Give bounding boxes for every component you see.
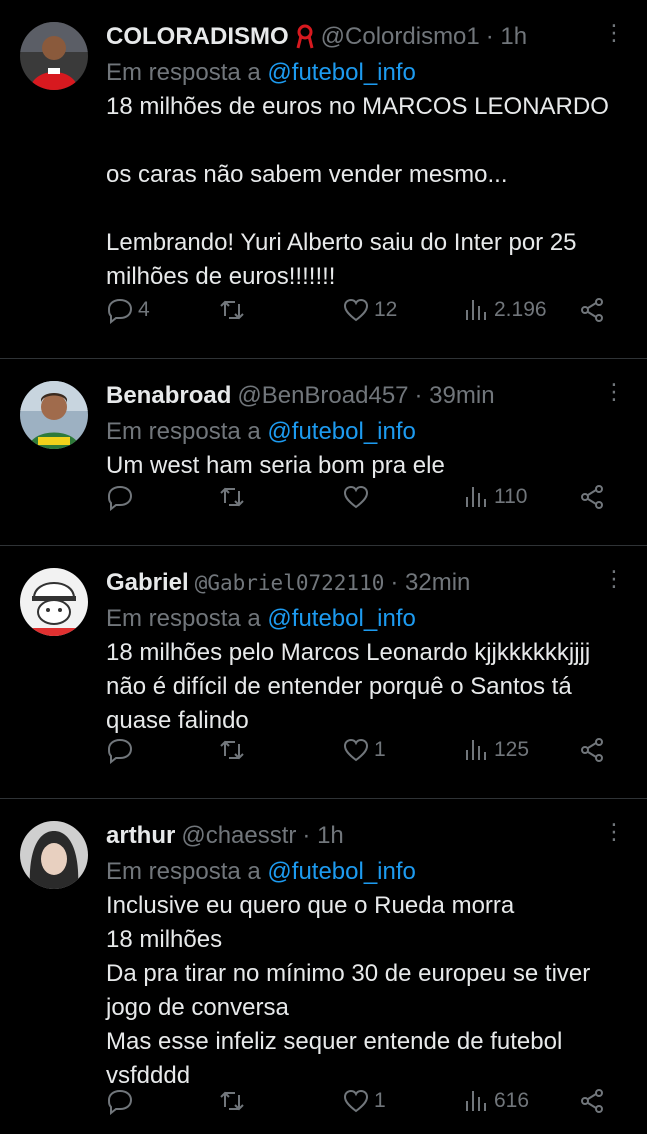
author-name[interactable]: arthur [106,822,175,850]
views-icon [466,300,486,320]
views-icon [466,487,486,507]
reply-button[interactable]: 4 [106,296,150,324]
retweet-button[interactable] [218,296,250,324]
author-handle[interactable]: @Colordismo1 [321,23,480,51]
like-button[interactable] [342,483,374,511]
views-count: 125 [494,738,530,761]
author-name[interactable]: Benabroad [106,382,231,410]
more-vertical-icon[interactable]: ⋮ [603,821,625,843]
share-button[interactable] [578,296,606,324]
tweet-text: Inclusive eu quero que o Rueda morra 18 … [106,892,591,1089]
more-vertical-icon[interactable]: ⋮ [603,22,625,44]
reply-context: Em resposta a @futebol_info [106,59,416,86]
reply-context: Em resposta a @futebol_info [106,418,416,445]
more-vertical-icon[interactable]: ⋮ [603,381,625,403]
retweet-button[interactable] [218,1087,250,1115]
avatar[interactable] [20,22,88,90]
like-count: 12 [374,298,398,321]
tweet[interactable]: COLORADISMO @Colordismo1 · 1h Em respost… [0,0,647,359]
heart-icon [343,298,369,322]
author-handle[interactable]: @BenBroad457 [237,382,408,410]
like-count: 1 [374,1089,386,1112]
share-icon [581,738,603,762]
timestamp[interactable]: · 1h [302,822,343,850]
views-button[interactable]: 2.196 [462,296,547,324]
reply-icon [107,738,133,764]
views-icon [466,740,486,760]
share-button[interactable] [578,736,606,764]
reply-button[interactable] [106,483,138,511]
heart-icon [343,485,369,509]
views-count: 110 [494,485,528,508]
mention-link[interactable]: @futebol_info [267,418,415,445]
views-button[interactable]: 616 [462,1087,529,1115]
tweet[interactable]: arthur @chaesstr · 1h Em resposta a @fut… [0,799,647,1134]
retweet-button[interactable] [218,483,250,511]
retweet-icon [220,300,244,320]
reply-button[interactable] [106,736,138,764]
retweet-icon [220,487,244,507]
like-button[interactable]: 1 [342,736,386,764]
share-icon [581,485,603,509]
ribbon-badge-icon [296,24,314,49]
tweet-text: 18 milhões de euros no MARCOS LEONARDO o… [106,93,609,290]
heart-icon [343,738,369,762]
timestamp[interactable]: · 39min [415,382,495,410]
avatar[interactable] [20,568,88,636]
views-button[interactable]: 125 [462,736,529,764]
more-vertical-icon[interactable]: ⋮ [603,568,625,590]
timestamp[interactable]: · 32min [390,569,470,597]
retweet-icon [220,1091,244,1111]
retweet-button[interactable] [218,736,250,764]
timestamp[interactable]: · 1h [486,23,527,51]
reply-context: Em resposta a @futebol_info [106,605,416,632]
like-button[interactable]: 12 [342,296,397,324]
reply-button[interactable] [106,1087,138,1115]
tweet[interactable]: Benabroad @BenBroad457 · 39min Em respos… [0,359,647,546]
mention-link[interactable]: @futebol_info [267,858,415,885]
reply-count: 4 [138,298,150,321]
mention-link[interactable]: @futebol_info [267,59,415,86]
views-icon [466,1091,486,1111]
reply-context: Em resposta a @futebol_info [106,858,416,885]
author-name[interactable]: COLORADISMO [106,23,289,51]
views-button[interactable]: 110 [462,483,527,511]
share-button[interactable] [578,1087,606,1115]
author-name[interactable]: Gabriel [106,569,189,597]
tweet-text: 18 milhões pelo Marcos Leonardo kjjkkkkk… [106,639,597,734]
tweet[interactable]: Gabriel @Gabriel0722110 · 32min Em respo… [0,546,647,799]
like-count: 1 [374,738,386,761]
share-button[interactable] [578,483,606,511]
share-icon [581,1089,603,1113]
views-count: 2.196 [494,298,547,321]
reply-icon [107,485,133,511]
like-button[interactable]: 1 [342,1087,386,1115]
reply-icon [107,1089,133,1115]
reply-icon [107,298,133,324]
mention-link[interactable]: @futebol_info [267,605,415,632]
views-count: 616 [494,1089,530,1112]
share-icon [581,298,603,322]
avatar[interactable] [20,821,88,889]
avatar[interactable] [20,381,88,449]
author-handle[interactable]: @chaesstr [181,822,296,850]
author-handle[interactable]: @Gabriel0722110 [195,571,385,595]
tweet-text: Um west ham seria bom pra ele [106,452,445,479]
retweet-icon [220,740,244,760]
heart-icon [343,1089,369,1113]
